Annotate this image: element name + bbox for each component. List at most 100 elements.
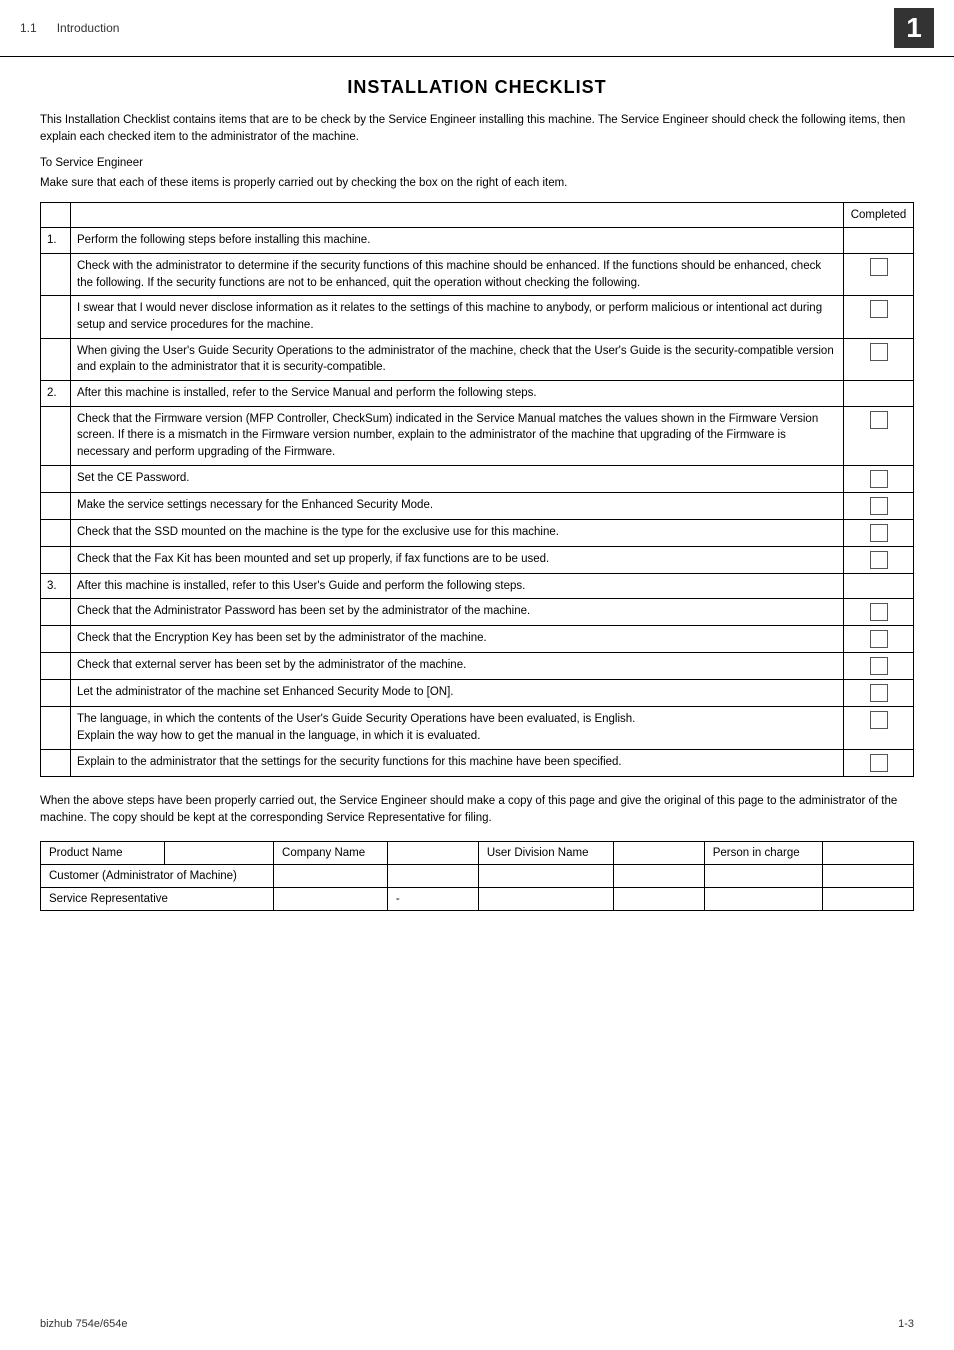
table-row: 1. Perform the following steps before in… (41, 228, 914, 254)
item-desc: Check that the SSD mounted on the machin… (71, 519, 844, 546)
col-person-value (822, 842, 913, 865)
table-header-row: Completed (41, 202, 914, 228)
info-table: Product Name Company Name User Division … (40, 841, 914, 911)
table-row: Check that the Firmware version (MFP Con… (41, 406, 914, 465)
item-checkbox (844, 338, 914, 380)
customer-division (478, 865, 613, 888)
col-division-name: User Division Name (478, 842, 613, 865)
item-check (844, 381, 914, 407)
checkbox[interactable] (870, 524, 888, 542)
table-row: Check that the SSD mounted on the machin… (41, 519, 914, 546)
item-check (844, 573, 914, 599)
footer-right: 1-3 (898, 1318, 914, 1330)
customer-person2 (822, 865, 913, 888)
item-num-empty (41, 546, 71, 573)
item-checkbox (844, 465, 914, 492)
checkbox[interactable] (870, 300, 888, 318)
service-person (704, 888, 822, 911)
item-num-empty (41, 626, 71, 653)
customer-company2 (387, 865, 478, 888)
checkbox[interactable] (870, 343, 888, 361)
item-desc: Check that the Fax Kit has been mounted … (71, 546, 844, 573)
col-product-value (164, 842, 273, 865)
col-product-name: Product Name (41, 842, 165, 865)
item-num-empty (41, 519, 71, 546)
item-num-empty (41, 599, 71, 626)
service-company2: - (387, 888, 478, 911)
item-desc: Check that the Firmware version (MFP Con… (71, 406, 844, 465)
item-desc: Explain to the administrator that the se… (71, 749, 844, 776)
col-company-value (387, 842, 478, 865)
page-title: INSTALLATION CHECKLIST (40, 77, 914, 98)
item-checkbox (844, 749, 914, 776)
checkbox[interactable] (870, 630, 888, 648)
checkbox[interactable] (870, 411, 888, 429)
service-label: Service Representative (41, 888, 274, 911)
table-row: Check that the Encryption Key has been s… (41, 626, 914, 653)
table-row: Make the service settings necessary for … (41, 492, 914, 519)
item-desc: The language, in which the contents of t… (71, 707, 844, 749)
item-checkbox (844, 492, 914, 519)
table-row: When giving the User's Guide Security Op… (41, 338, 914, 380)
item-desc: Check that the Administrator Password ha… (71, 599, 844, 626)
table-row: 3. After this machine is installed, refe… (41, 573, 914, 599)
info-row-service: Service Representative - (41, 888, 914, 911)
checkbox[interactable] (870, 754, 888, 772)
customer-person (704, 865, 822, 888)
item-checkbox (844, 707, 914, 749)
checkbox[interactable] (870, 258, 888, 276)
item-num-empty (41, 296, 71, 338)
table-row: The language, in which the contents of t… (41, 707, 914, 749)
item-desc: Check with the administrator to determin… (71, 254, 844, 296)
checkbox[interactable] (870, 711, 888, 729)
item-num: 2. (41, 381, 71, 407)
checkbox[interactable] (870, 657, 888, 675)
info-row-customer: Customer (Administrator of Machine) (41, 865, 914, 888)
service-company (274, 888, 388, 911)
table-row: I swear that I would never disclose info… (41, 296, 914, 338)
footer-left: bizhub 754e/654e (40, 1318, 127, 1330)
page-header: 1.1 Introduction 1 (0, 0, 954, 57)
table-row: Check with the administrator to determin… (41, 254, 914, 296)
table-row: Check that the Fax Kit has been mounted … (41, 546, 914, 573)
item-desc: Let the administrator of the machine set… (71, 680, 844, 707)
item-num-empty (41, 406, 71, 465)
item-desc: When giving the User's Guide Security Op… (71, 338, 844, 380)
item-num-empty (41, 254, 71, 296)
item-num-empty (41, 749, 71, 776)
checkbox[interactable] (870, 497, 888, 515)
col-desc (71, 202, 844, 228)
item-checkbox (844, 680, 914, 707)
table-row: Set the CE Password. (41, 465, 914, 492)
page-footer: bizhub 754e/654e 1-3 (40, 1318, 914, 1330)
checkbox[interactable] (870, 603, 888, 621)
col-person-name: Person in charge (704, 842, 822, 865)
checkbox[interactable] (870, 551, 888, 569)
item-num-empty (41, 653, 71, 680)
item-num-empty (41, 680, 71, 707)
col-completed: Completed (844, 202, 914, 228)
item-desc: Perform the following steps before insta… (71, 228, 844, 254)
item-desc: After this machine is installed, refer t… (71, 381, 844, 407)
checkbox[interactable] (870, 684, 888, 702)
item-checkbox (844, 406, 914, 465)
col-num (41, 202, 71, 228)
item-checkbox (844, 626, 914, 653)
table-row: Check that the Administrator Password ha… (41, 599, 914, 626)
col-division-value (613, 842, 704, 865)
item-num-empty (41, 338, 71, 380)
service-person2 (822, 888, 913, 911)
col-company-name: Company Name (274, 842, 388, 865)
customer-label: Customer (Administrator of Machine) (41, 865, 274, 888)
service-division2 (613, 888, 704, 911)
item-desc: Check that the Encryption Key has been s… (71, 626, 844, 653)
table-row: Explain to the administrator that the se… (41, 749, 914, 776)
info-header-row: Product Name Company Name User Division … (41, 842, 914, 865)
checkbox[interactable] (870, 470, 888, 488)
item-checkbox (844, 254, 914, 296)
table-row: Let the administrator of the machine set… (41, 680, 914, 707)
section-number: 1.1 (20, 21, 37, 35)
item-desc: After this machine is installed, refer t… (71, 573, 844, 599)
item-desc: Check that external server has been set … (71, 653, 844, 680)
item-desc: I swear that I would never disclose info… (71, 296, 844, 338)
